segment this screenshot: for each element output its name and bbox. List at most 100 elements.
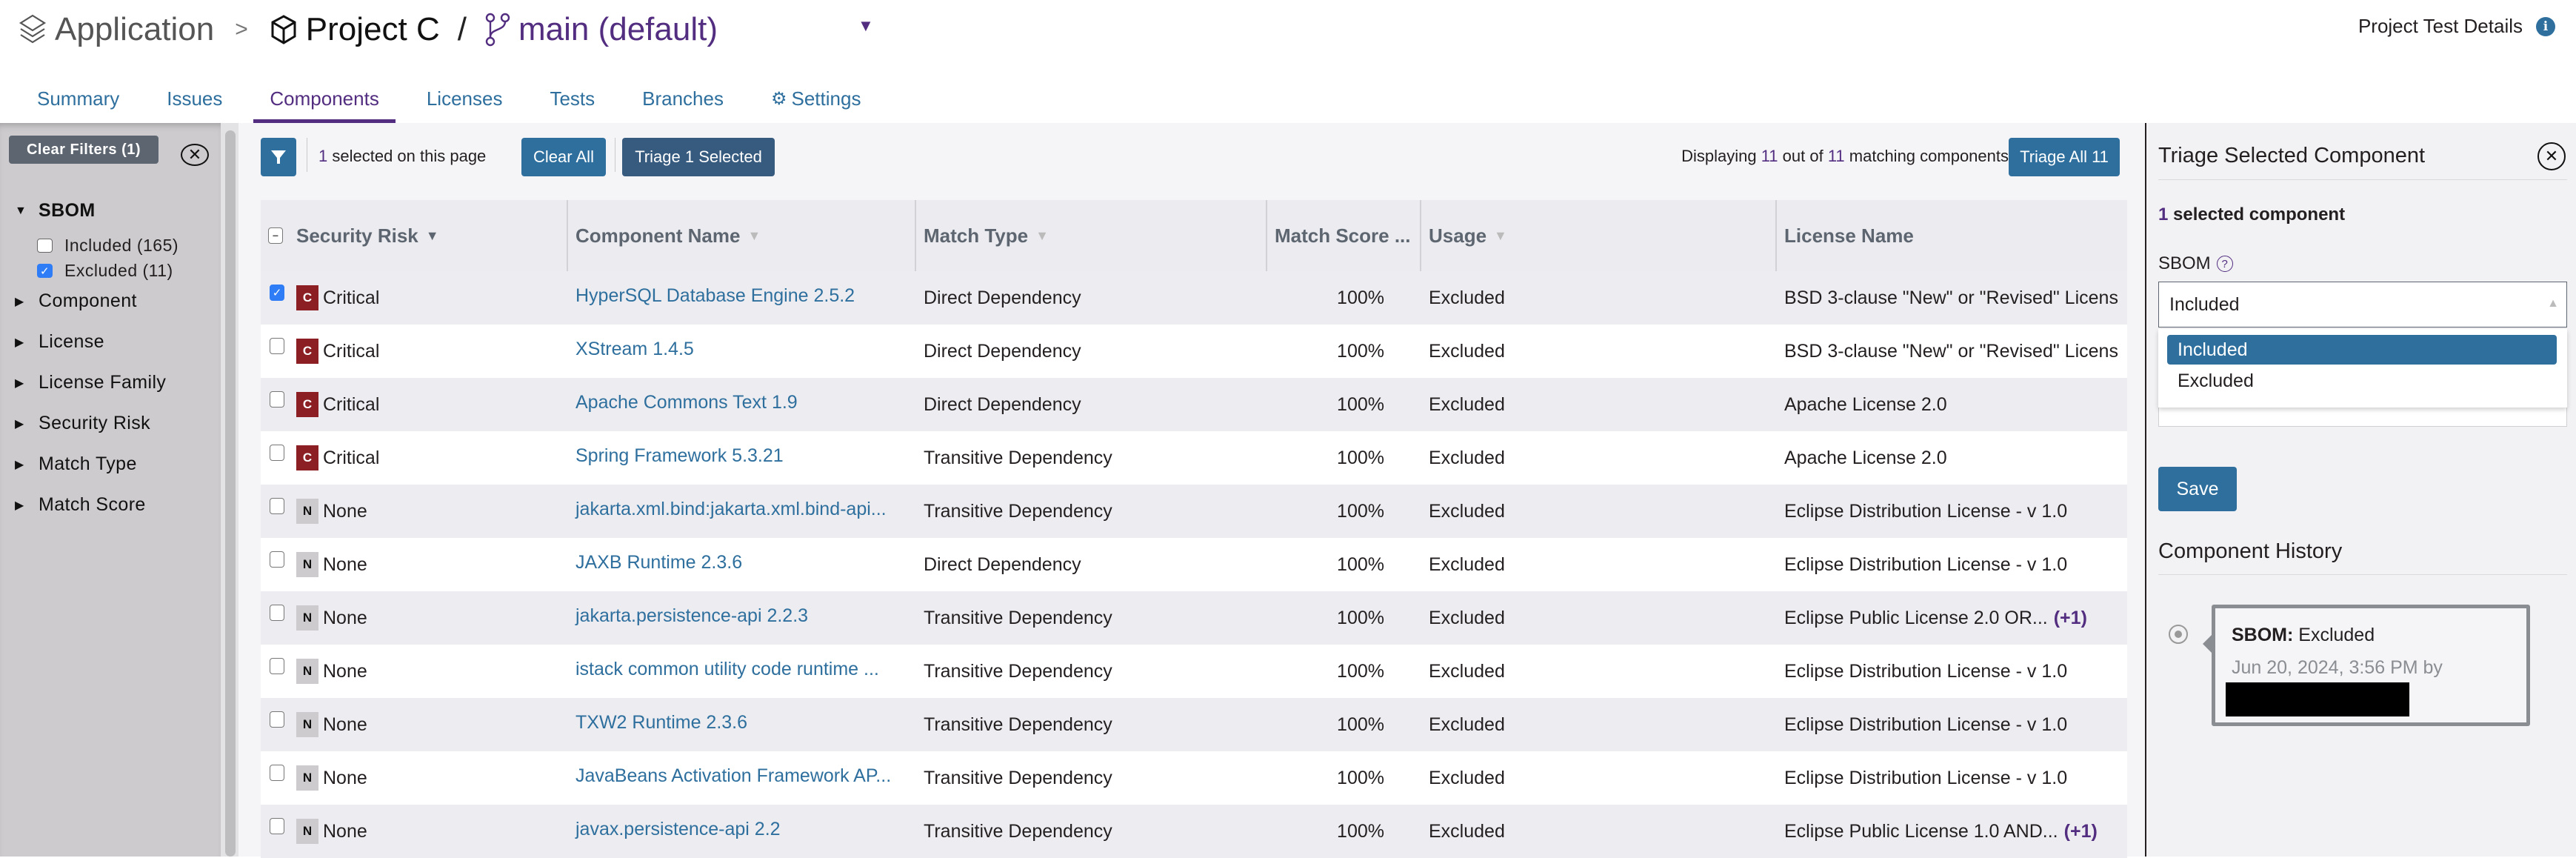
history-value: Excluded bbox=[2293, 625, 2375, 645]
table-row[interactable]: C Critical Apache Commons Text 1.9 Direct D… bbox=[261, 378, 2127, 431]
tab-branches[interactable]: Branches bbox=[626, 74, 740, 123]
divider bbox=[2158, 574, 2567, 575]
triage-selected-button[interactable]: Triage 1 Selected bbox=[622, 138, 775, 176]
row-checkbox[interactable] bbox=[270, 711, 284, 728]
cell-security-risk: N None bbox=[261, 538, 568, 591]
close-icon[interactable]: ✕ bbox=[2537, 142, 2566, 170]
column-header-match-score[interactable]: Match Score ... bbox=[1267, 200, 1421, 271]
column-header-match-type[interactable]: Match Type ▼ bbox=[916, 200, 1267, 271]
column-header-license-name[interactable]: License Name bbox=[1777, 200, 2127, 271]
component-link[interactable]: HyperSQL Database Engine 2.5.2 bbox=[575, 285, 855, 307]
table-row[interactable]: N None javax.persistence-api 2.2 Transitive… bbox=[261, 805, 2127, 858]
sort-icon[interactable]: ▼ bbox=[747, 228, 761, 244]
more-licenses-link[interactable]: (+1) bbox=[2064, 821, 2098, 842]
tab-components[interactable]: Components bbox=[253, 74, 396, 123]
tab-label: Tests bbox=[550, 87, 595, 110]
row-checkbox[interactable] bbox=[270, 391, 284, 408]
tab-settings[interactable]: ⚙ Settings bbox=[755, 74, 877, 123]
row-checkbox[interactable] bbox=[270, 605, 284, 621]
facet-match-type[interactable]: ▶ Match Type bbox=[15, 453, 137, 475]
caret-down-icon[interactable]: ▼ bbox=[858, 16, 874, 36]
checkbox-checked[interactable]: ✓ bbox=[37, 264, 53, 278]
breadcrumb-project[interactable]: Project C bbox=[269, 11, 440, 48]
triage-all-button[interactable]: Triage All 11 bbox=[2009, 138, 2120, 176]
sbom-option-excluded[interactable]: Excluded bbox=[2167, 366, 2557, 396]
row-checkbox[interactable] bbox=[270, 445, 284, 461]
row-checkbox[interactable] bbox=[270, 765, 284, 781]
save-button[interactable]: Save bbox=[2158, 467, 2237, 511]
row-checkbox[interactable]: ✓ bbox=[270, 285, 284, 301]
cell-match-score: 100% bbox=[1337, 607, 1384, 628]
select-all-checkbox[interactable]: − bbox=[268, 227, 283, 244]
display-mid: out of bbox=[1778, 147, 1828, 165]
component-link[interactable]: XStream 1.4.5 bbox=[575, 339, 694, 360]
help-icon[interactable]: ? bbox=[2216, 256, 2233, 272]
column-header-component-name[interactable]: Component Name ▼ bbox=[568, 200, 916, 271]
facet-option-included[interactable]: Included (165) bbox=[37, 236, 178, 256]
more-licenses-link[interactable]: (+1) bbox=[2054, 608, 2087, 629]
row-checkbox[interactable] bbox=[270, 658, 284, 674]
tab-tests[interactable]: Tests bbox=[533, 74, 611, 123]
breadcrumb-application[interactable]: Application bbox=[18, 11, 214, 48]
facet-component[interactable]: ▶ Component bbox=[15, 290, 137, 312]
facet-license-family[interactable]: ▶ License Family bbox=[15, 372, 166, 393]
tab-issues[interactable]: Issues bbox=[150, 74, 238, 123]
table-row[interactable]: N None JAXB Runtime 2.3.6 Direct Dependency… bbox=[261, 538, 2127, 591]
cell-usage: Excluded bbox=[1429, 340, 1505, 362]
table-row[interactable]: N None jakarta.persistence-api 2.2.3 Transi… bbox=[261, 591, 2127, 645]
component-link[interactable]: jakarta.persistence-api 2.2.3 bbox=[575, 605, 808, 627]
component-link[interactable]: TXW2 Runtime 2.3.6 bbox=[575, 712, 747, 734]
table-row[interactable]: N None istack common utility code runtime … bbox=[261, 645, 2127, 698]
cell-license: Eclipse Distribution License - v 1.0 bbox=[1777, 538, 2127, 591]
column-header-usage[interactable]: Usage ▼ bbox=[1421, 200, 1777, 271]
sbom-option-included[interactable]: Included bbox=[2167, 335, 2557, 365]
scrollbar-thumb[interactable] bbox=[225, 130, 236, 857]
divider bbox=[2158, 179, 2567, 180]
sbom-select[interactable]: Included ▲ bbox=[2158, 282, 2567, 327]
table-row[interactable]: N None jakarta.xml.bind:jakarta.xml.bind-a… bbox=[261, 485, 2127, 538]
sidebar-scrollbar[interactable] bbox=[221, 123, 238, 857]
selected-number: 1 bbox=[2158, 204, 2169, 225]
component-link[interactable]: JAXB Runtime 2.3.6 bbox=[575, 552, 742, 573]
clear-filters-button[interactable]: Clear Filters (1) bbox=[9, 136, 159, 164]
facet-security-risk[interactable]: ▶ Security Risk bbox=[15, 413, 150, 434]
tab-summary[interactable]: Summary bbox=[19, 74, 136, 123]
table-row[interactable]: N None JavaBeans Activation Framework AP..… bbox=[261, 751, 2127, 805]
table-row[interactable]: C Critical XStream 1.4.5 Direct Dependency 1… bbox=[261, 325, 2127, 378]
row-checkbox[interactable] bbox=[270, 818, 284, 834]
clear-all-button[interactable]: Clear All bbox=[521, 138, 606, 176]
facet-sbom[interactable]: ▼ SBOM bbox=[15, 200, 96, 222]
table-row[interactable]: C Critical Spring Framework 5.3.21 Transiti… bbox=[261, 431, 2127, 485]
row-checkbox[interactable] bbox=[270, 551, 284, 568]
project-test-details[interactable]: Project Test Details i bbox=[2358, 15, 2555, 38]
row-checkbox[interactable] bbox=[270, 498, 284, 514]
component-link[interactable]: Spring Framework 5.3.21 bbox=[575, 445, 784, 467]
column-header-security-risk[interactable]: − Security Risk ▼ bbox=[261, 200, 568, 271]
component-link[interactable]: JavaBeans Activation Framework AP... bbox=[575, 765, 891, 787]
info-icon[interactable]: i bbox=[2536, 16, 2555, 36]
risk-badge: N bbox=[296, 712, 318, 737]
sort-icon[interactable]: ▼ bbox=[1494, 228, 1507, 244]
facet-match-score[interactable]: ▶ Match Score bbox=[15, 494, 146, 516]
component-link[interactable]: istack common utility code runtime ... bbox=[575, 659, 879, 680]
close-icon[interactable]: ✕ bbox=[181, 144, 209, 166]
cell-security-risk: N None bbox=[261, 751, 568, 805]
tab-licenses[interactable]: Licenses bbox=[410, 74, 519, 123]
table-row[interactable]: N None TXW2 Runtime 2.3.6 Transitive Depend… bbox=[261, 698, 2127, 751]
branch-selector[interactable]: main (default) bbox=[484, 11, 718, 48]
filter-toggle-button[interactable] bbox=[261, 138, 296, 176]
caret-right-icon: ▶ bbox=[15, 295, 24, 308]
component-link[interactable]: Apache Commons Text 1.9 bbox=[575, 392, 798, 413]
facet-license[interactable]: ▶ License bbox=[15, 331, 104, 353]
column-label: Match Type bbox=[924, 224, 1029, 247]
component-link[interactable]: javax.persistence-api 2.2 bbox=[575, 819, 781, 840]
facet-option-excluded[interactable]: ✓ Excluded (11) bbox=[37, 261, 173, 281]
checkbox[interactable] bbox=[37, 239, 53, 253]
branch-label: main (default) bbox=[518, 11, 718, 47]
row-checkbox[interactable] bbox=[270, 338, 284, 354]
facet-option-label: Included (165) bbox=[64, 236, 179, 255]
sort-icon[interactable]: ▼ bbox=[1035, 228, 1049, 244]
sort-desc-icon[interactable]: ▼ bbox=[426, 228, 439, 244]
table-row[interactable]: ✓ C Critical HyperSQL Database Engine 2.5.2… bbox=[261, 271, 2127, 325]
component-link[interactable]: jakarta.xml.bind:jakarta.xml.bind-api... bbox=[575, 499, 887, 520]
